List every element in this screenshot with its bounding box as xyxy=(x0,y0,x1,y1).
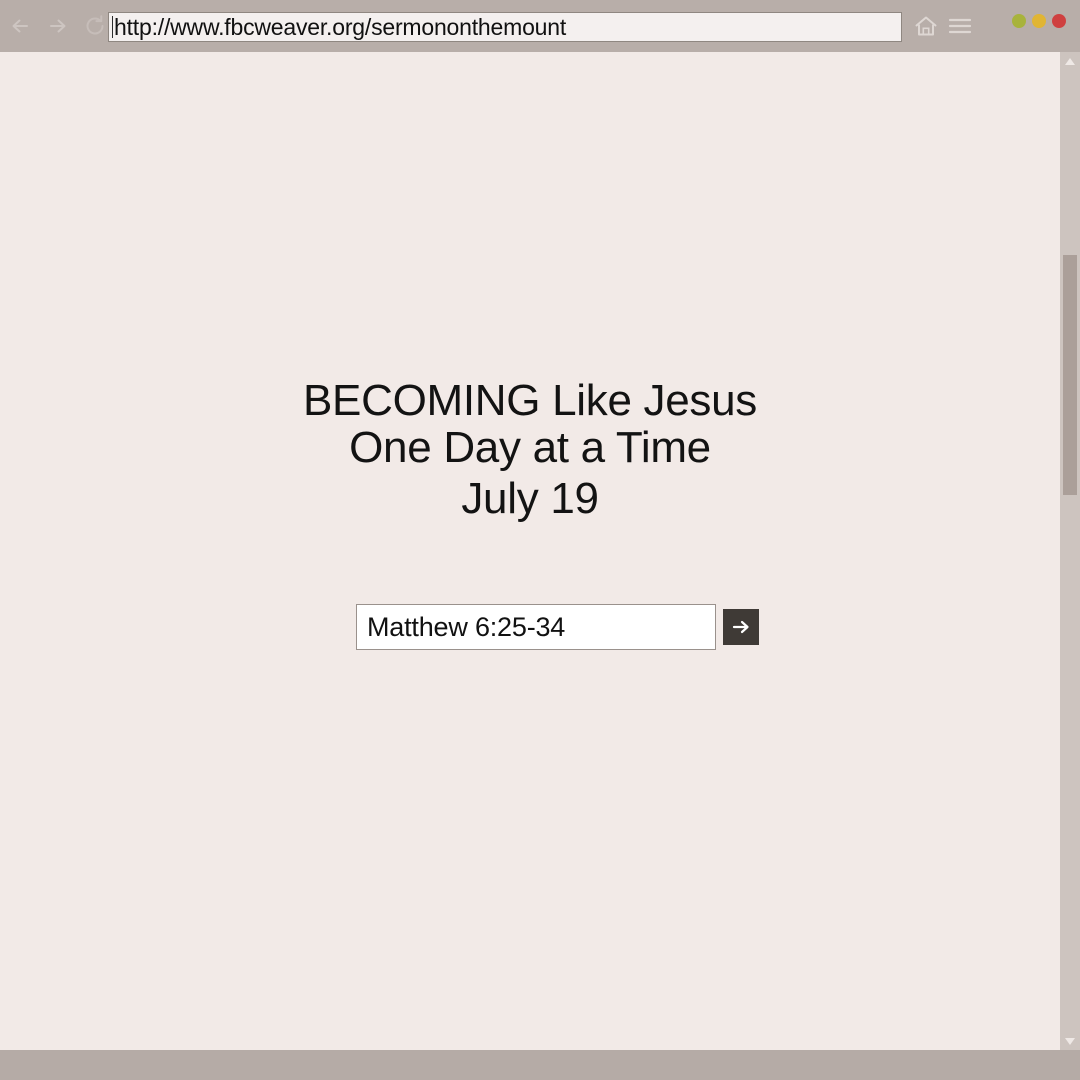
address-bar[interactable]: http://www.fbcweaver.org/sermononthemoun… xyxy=(108,12,902,42)
reload-button[interactable] xyxy=(78,9,112,43)
page-viewport: BECOMING Like Jesus One Day at a Time Ju… xyxy=(0,52,1060,1050)
arrow-right-icon xyxy=(732,620,749,634)
address-bar-text: http://www.fbcweaver.org/sermononthemoun… xyxy=(114,14,567,40)
chevron-down-icon xyxy=(1065,1037,1075,1045)
status-bar xyxy=(0,1050,1080,1080)
verse-reference-input[interactable] xyxy=(356,604,716,650)
reload-icon xyxy=(86,15,104,35)
page-title: BECOMING Like Jesus One Day at a Time xyxy=(0,377,1060,471)
verse-submit-button[interactable] xyxy=(723,609,759,645)
menu-button[interactable] xyxy=(944,11,976,41)
scroll-down-button[interactable] xyxy=(1060,1032,1080,1050)
scroll-up-button[interactable] xyxy=(1060,52,1080,70)
scrollbar-thumb[interactable] xyxy=(1063,255,1077,495)
arrow-right-icon xyxy=(50,19,66,33)
browser-window: http://www.fbcweaver.org/sermononthemoun… xyxy=(0,0,1080,1080)
maximize-button[interactable] xyxy=(1032,14,1046,28)
chevron-up-icon xyxy=(1065,57,1075,65)
home-icon xyxy=(915,16,937,36)
minimize-button[interactable] xyxy=(1012,14,1026,28)
page-title-line-2: One Day at a Time xyxy=(349,423,711,472)
home-button[interactable] xyxy=(910,11,942,41)
hero-section: BECOMING Like Jesus One Day at a Time Ju… xyxy=(0,377,1060,527)
back-button[interactable] xyxy=(4,9,38,43)
vertical-scrollbar[interactable] xyxy=(1060,52,1080,1050)
hamburger-menu-icon xyxy=(948,18,972,34)
page-title-line-1: BECOMING Like Jesus xyxy=(303,376,757,425)
sermon-date: July 19 xyxy=(461,474,599,523)
verse-lookup-form xyxy=(356,604,759,650)
forward-button[interactable] xyxy=(40,9,74,43)
window-controls xyxy=(1012,14,1066,28)
arrow-left-icon xyxy=(12,19,28,33)
browser-toolbar: http://www.fbcweaver.org/sermononthemoun… xyxy=(0,0,1080,52)
page-content: BECOMING Like Jesus One Day at a Time Ju… xyxy=(0,52,1060,1050)
close-button[interactable] xyxy=(1052,14,1066,28)
